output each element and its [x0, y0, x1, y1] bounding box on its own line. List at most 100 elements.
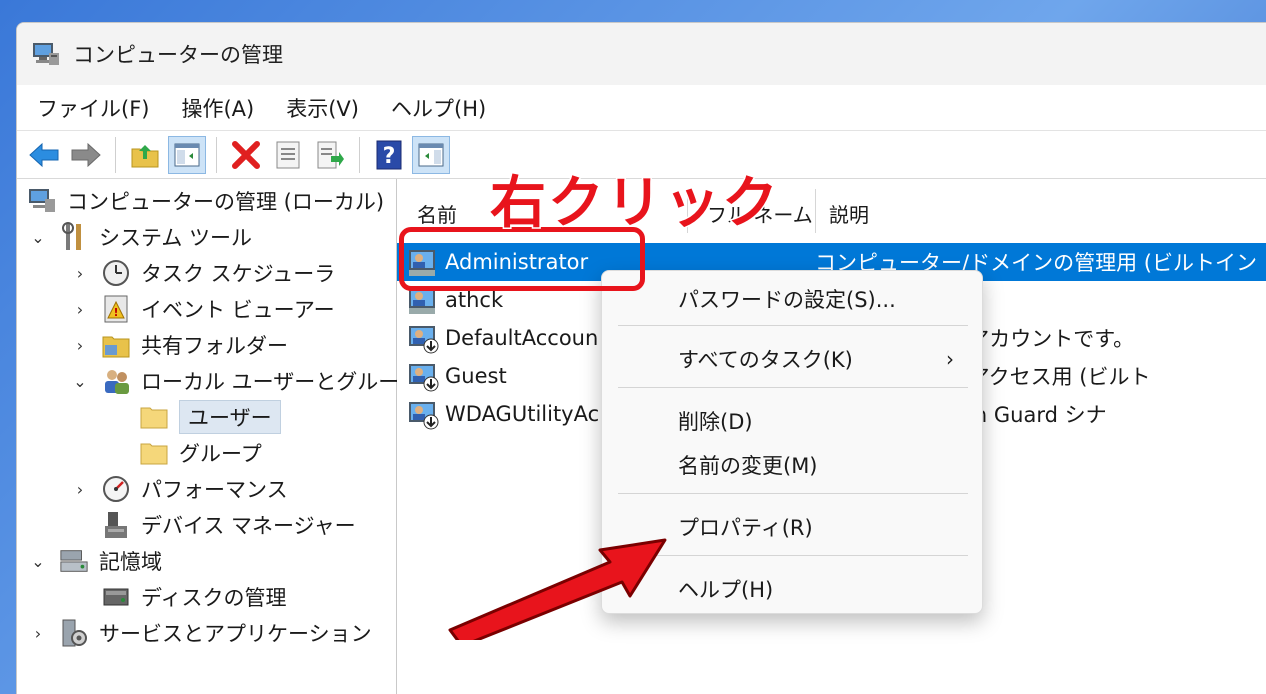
export-icon: [317, 141, 344, 168]
toolbar-separator: [359, 136, 360, 173]
action-pane-icon: [418, 143, 444, 166]
tree-label-performance: パフォーマンス: [141, 478, 288, 502]
folder-icon: [139, 438, 169, 468]
menu-view[interactable]: 表示(V): [270, 87, 375, 129]
clock-icon: [101, 258, 131, 288]
column-header-description[interactable]: 説明: [829, 193, 869, 233]
tree-item-disk-management[interactable]: ディスクの管理: [101, 579, 287, 615]
disabled-user-icon: [409, 402, 439, 430]
back-button[interactable]: [25, 136, 63, 174]
computer-management-icon: [27, 186, 57, 216]
chevron-right-icon[interactable]: ›: [69, 336, 91, 355]
tree-item-local-users-groups[interactable]: ⌄ ローカル ユーザーとグループ: [69, 363, 419, 399]
help-button[interactable]: ?: [370, 136, 408, 174]
tree-label-local-users-groups: ローカル ユーザーとグループ: [141, 370, 419, 394]
up-folder-icon: [131, 144, 159, 167]
context-menu-delete[interactable]: 削除(D): [602, 401, 982, 441]
forward-arrow-icon: [71, 142, 101, 167]
chevron-down-icon[interactable]: ⌄: [27, 228, 49, 247]
tree-item-groups[interactable]: グループ: [139, 435, 262, 471]
tree-item-root[interactable]: コンピューターの管理 (ローカル): [27, 183, 384, 219]
export-button[interactable]: [311, 136, 349, 174]
tree-label-storage: 記憶域: [99, 550, 162, 574]
tree-label-device-manager: デバイス マネージャー: [141, 514, 356, 538]
tree-label-event-viewer: イベント ビューアー: [141, 298, 335, 322]
disk-icon: [101, 582, 131, 612]
computer-management-icon: [33, 43, 59, 65]
help-icon: ?: [376, 140, 402, 169]
forward-button[interactable]: [67, 136, 105, 174]
tree-label-groups: グループ: [179, 442, 262, 466]
event-viewer-icon: !: [101, 294, 131, 324]
context-menu-rename[interactable]: 名前の変更(M): [602, 445, 982, 485]
tree-label-root: コンピューターの管理 (ローカル): [67, 190, 385, 214]
show-tree-icon: [174, 143, 200, 166]
tree-item-users[interactable]: ユーザー: [139, 399, 281, 435]
back-arrow-icon: [29, 142, 59, 167]
tree-label-services-apps: サービスとアプリケーション: [99, 622, 372, 646]
chevron-right-icon[interactable]: ›: [69, 480, 91, 499]
help-label: ヘルプ(H): [678, 578, 774, 602]
context-menu-all-tasks[interactable]: すべてのタスク(K) ›: [602, 339, 982, 379]
menu-file[interactable]: ファイル(F): [21, 87, 165, 129]
tree-item-system-tools[interactable]: ⌄ システム ツール: [27, 219, 252, 255]
context-menu-separator: [618, 493, 968, 494]
menu-bar: ファイル(F) 操作(A) 表示(V) ヘルプ(H): [17, 85, 1266, 131]
properties-button[interactable]: [269, 136, 307, 174]
tree-item-task-scheduler[interactable]: › タスク スケジューラ: [69, 255, 335, 291]
shared-folder-icon: [101, 330, 131, 360]
annotation-arrow-icon: [448, 538, 667, 640]
toolbar-separator: [216, 136, 217, 173]
chevron-right-icon[interactable]: ›: [69, 300, 91, 319]
tree-item-shared-folders[interactable]: › 共有フォルダー: [69, 327, 288, 363]
tree-label-task-scheduler: タスク スケジューラ: [141, 262, 336, 286]
disabled-user-icon: [409, 326, 439, 354]
performance-icon: [101, 474, 131, 504]
chevron-right-icon: ›: [946, 347, 954, 371]
tools-icon: [59, 222, 89, 252]
menu-action[interactable]: 操作(A): [165, 87, 270, 129]
column-separator[interactable]: [815, 189, 816, 233]
all-tasks-label: すべてのタスク(K): [678, 348, 853, 372]
tree-item-event-viewer[interactable]: › ! イベント ビューアー: [69, 291, 335, 327]
chevron-down-icon[interactable]: ⌄: [27, 552, 49, 571]
tree-label-users: ユーザー: [179, 400, 281, 434]
tree-item-device-manager[interactable]: デバイス マネージャー: [101, 507, 356, 543]
delete-label: 削除(D): [678, 410, 753, 434]
tree-label-disk-management: ディスクの管理: [141, 586, 287, 610]
services-icon: [59, 618, 89, 648]
tree-item-storage[interactable]: ⌄ 記憶域: [27, 543, 162, 579]
disabled-user-icon: [409, 364, 439, 392]
navigation-tree: コンピューターの管理 (ローカル) ⌄ システム ツール › タスク スケジュー…: [17, 179, 419, 694]
tree-item-performance[interactable]: › パフォーマンス: [69, 471, 288, 507]
context-menu-separator: [618, 387, 968, 388]
context-menu-set-password[interactable]: パスワードの設定(S)...: [602, 279, 982, 319]
properties-icon: [276, 141, 300, 168]
rename-label: 名前の変更(M): [678, 454, 818, 478]
chevron-right-icon[interactable]: ›: [27, 624, 49, 643]
set-password-label: パスワードの設定(S)...: [678, 288, 896, 312]
storage-icon: [59, 546, 89, 576]
folder-icon: [139, 402, 169, 432]
tree-label-system-tools: システム ツール: [99, 226, 253, 250]
properties-label: プロパティ(R): [678, 516, 813, 540]
toolbar-separator: [115, 136, 116, 173]
context-menu-separator: [618, 325, 968, 326]
annotation-right-click-text: 右クリック: [489, 170, 780, 238]
up-folder-button[interactable]: [126, 136, 164, 174]
chevron-down-icon[interactable]: ⌄: [69, 372, 91, 391]
window-title: コンピューターの管理: [73, 43, 283, 67]
device-manager-icon: [101, 510, 131, 540]
svg-text:?: ?: [383, 144, 396, 169]
chevron-right-icon[interactable]: ›: [69, 264, 91, 283]
tree-label-shared-folders: 共有フォルダー: [141, 334, 288, 358]
title-bar: コンピューターの管理: [17, 23, 1266, 85]
delete-button[interactable]: [227, 136, 265, 174]
menu-help[interactable]: ヘルプ(H): [375, 87, 502, 129]
tree-item-services-apps[interactable]: › サービスとアプリケーション: [27, 615, 372, 651]
action-pane-button[interactable]: [412, 135, 450, 174]
svg-text:!: !: [113, 306, 118, 319]
users-group-icon: [101, 366, 131, 396]
delete-icon: [232, 140, 260, 169]
show-tree-button[interactable]: [168, 135, 206, 174]
